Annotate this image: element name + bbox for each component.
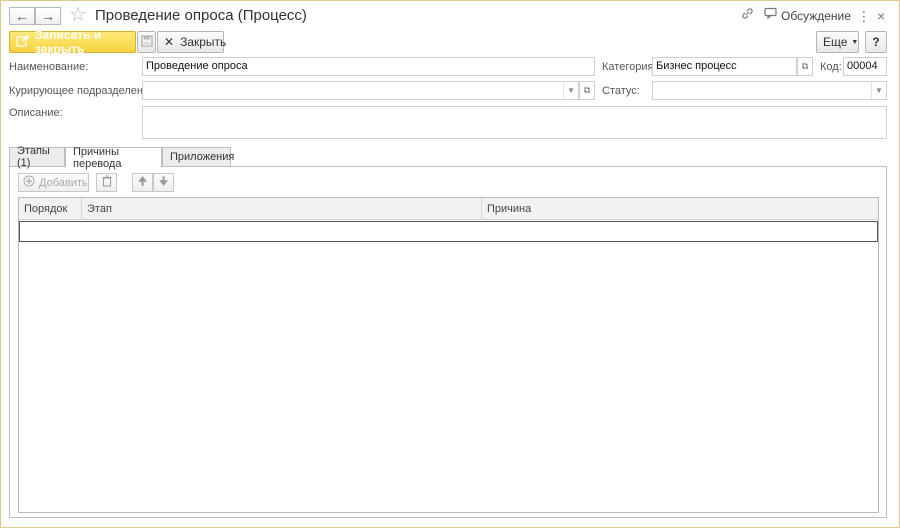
column-header-stage[interactable]: Этап xyxy=(82,198,482,220)
status-dropdown-arrow-icon[interactable]: ▼ xyxy=(871,82,886,99)
arrow-left-icon: ← xyxy=(15,8,29,24)
move-up-button[interactable]: 🠉 xyxy=(132,173,153,192)
discussion-button[interactable]: Обсуждение xyxy=(781,9,851,23)
reasons-table[interactable]: Порядок Этап Причина xyxy=(18,197,879,513)
category-field[interactable]: Бизнес процесс xyxy=(652,57,797,76)
plus-circle-icon xyxy=(23,175,35,190)
favorite-star-icon[interactable]: ☆ xyxy=(69,4,87,26)
status-label: Статус: xyxy=(602,85,640,97)
column-header-order[interactable]: Порядок xyxy=(19,198,82,220)
department-label: Курирующее подразделение: xyxy=(9,85,159,97)
name-field[interactable]: Проведение опроса xyxy=(142,57,595,76)
arrow-down-icon: 🠋 xyxy=(158,176,169,188)
table-header: Порядок Этап Причина xyxy=(19,198,878,220)
tab-stages[interactable]: Этапы (1) xyxy=(9,145,65,169)
code-label: Код: xyxy=(820,61,842,73)
close-button[interactable]: ✕ Закрыть xyxy=(157,31,226,53)
back-button[interactable]: ← xyxy=(9,7,35,25)
discussion-icon[interactable] xyxy=(764,7,778,25)
category-open-button[interactable]: ⧉ xyxy=(797,57,813,76)
link-icon[interactable] xyxy=(741,7,754,25)
description-field[interactable] xyxy=(142,106,887,139)
department-field[interactable]: ▼ xyxy=(142,81,579,100)
delete-button[interactable] xyxy=(96,173,117,192)
page-title: Проведение опроса (Процесс) xyxy=(95,7,307,24)
forward-button[interactable]: → xyxy=(35,7,61,25)
tab-attachments[interactable]: Приложения xyxy=(162,147,234,167)
category-label: Категория: xyxy=(602,61,657,73)
add-button[interactable]: Добавить xyxy=(18,173,89,192)
open-window-icon: ⧉ xyxy=(801,61,809,71)
name-label: Наименование: xyxy=(9,61,89,73)
move-down-button[interactable]: 🠋 xyxy=(153,173,174,192)
arrow-right-icon: → xyxy=(41,8,55,24)
trash-icon xyxy=(102,175,112,190)
close-window-icon[interactable]: × xyxy=(877,7,885,25)
column-header-reason[interactable]: Причина xyxy=(482,198,878,220)
description-label: Описание: xyxy=(9,107,63,119)
department-open-button[interactable]: ⧉ xyxy=(579,81,595,100)
help-button[interactable]: ? xyxy=(865,31,887,53)
department-dropdown-arrow-icon[interactable]: ▼ xyxy=(563,82,578,99)
save-close-icon xyxy=(16,34,29,50)
dropdown-arrow-icon: ▼ xyxy=(851,38,859,46)
floppy-disk-icon xyxy=(141,35,153,50)
form-window: ← → ☆ Проведение опроса (Процесс) Обсужд… xyxy=(0,0,900,528)
table-row[interactable] xyxy=(19,221,878,242)
close-x-icon: ✕ xyxy=(164,35,175,49)
save-and-close-button[interactable]: Записать и закрыть xyxy=(9,28,136,56)
more-vertical-icon[interactable]: ⋮ xyxy=(857,7,871,25)
code-field[interactable]: 00004 xyxy=(843,57,887,76)
tab-transition-reasons[interactable]: Причины перевода xyxy=(65,146,162,170)
save-button[interactable] xyxy=(137,31,156,53)
more-menu-button[interactable]: Еще ▼ xyxy=(816,31,859,53)
arrow-up-icon: 🠉 xyxy=(137,176,148,188)
status-field[interactable]: ▼ xyxy=(652,81,887,100)
open-window-icon: ⧉ xyxy=(583,85,591,95)
